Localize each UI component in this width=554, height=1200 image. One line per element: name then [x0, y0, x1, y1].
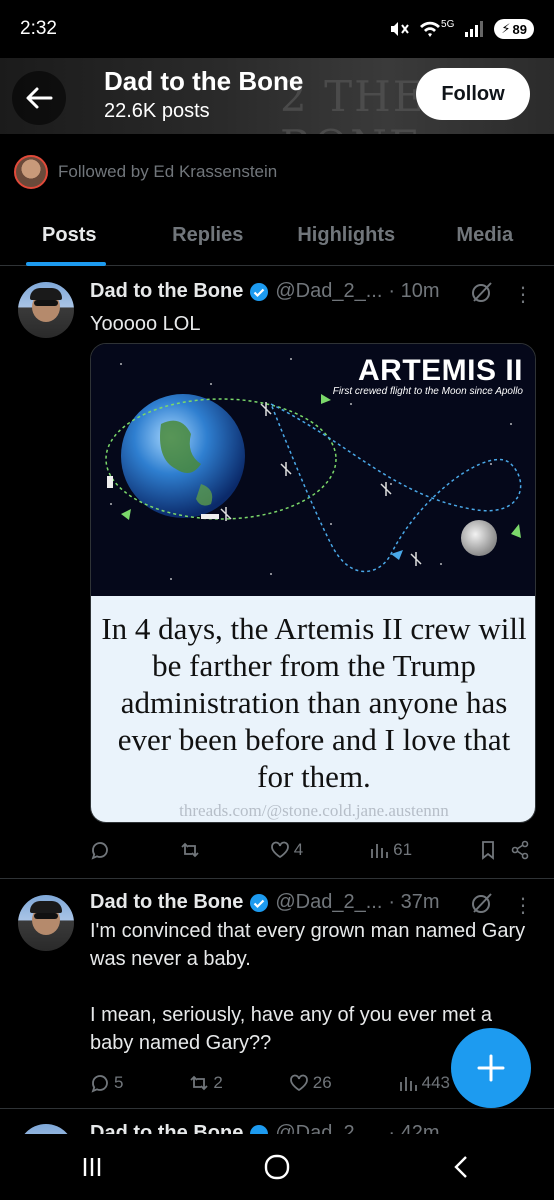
plus-icon	[477, 1054, 505, 1082]
reply-icon	[91, 842, 108, 860]
avatar[interactable]	[18, 1124, 74, 1134]
post-text: I'm convinced that every grown man named…	[90, 920, 526, 1054]
status-bar: 2:32 5G ⚡ 89	[0, 0, 554, 58]
bookmark-icon[interactable]	[478, 840, 498, 860]
post-divider	[0, 1108, 554, 1109]
meme-caption: In 4 days, the Artemis II crew will be f…	[101, 611, 527, 794]
header-title-block: Dad to the Bone 22.6K posts	[104, 64, 303, 124]
arrow-left-icon	[26, 87, 53, 109]
like-count: 4	[293, 840, 304, 859]
repost-button[interactable]	[180, 840, 204, 860]
recent-apps-icon[interactable]	[79, 1154, 105, 1180]
follower-avatar	[14, 155, 48, 189]
repost-count: 2	[213, 1073, 223, 1092]
heart-icon	[270, 841, 289, 859]
battery-level: 89	[512, 21, 527, 37]
post-time: · 37m	[388, 891, 440, 913]
views-button[interactable]: 443	[398, 1073, 450, 1093]
verified-badge-icon	[250, 893, 269, 912]
network-type: 5G	[441, 18, 455, 30]
author-name[interactable]: Dad to the Bone	[90, 1122, 243, 1134]
avatar[interactable]	[18, 282, 74, 338]
avatar[interactable]	[18, 895, 74, 951]
more-options-icon[interactable]: ⋮	[513, 282, 533, 307]
post-header: Dad to the Bone @Dad_2_... · 42m	[90, 1122, 440, 1134]
battery-icon: ⚡	[501, 21, 511, 36]
verified-badge-icon	[250, 282, 269, 301]
repost-icon	[181, 842, 199, 858]
followed-by-row[interactable]: Followed by Ed Krassenstein	[14, 155, 277, 189]
post-actions: 4 61	[90, 840, 530, 860]
post-text: Yooooo LOL	[90, 313, 201, 335]
battery-indicator: ⚡ 89	[494, 19, 534, 39]
profile-tabs: Posts Replies Highlights Media	[0, 206, 554, 266]
back-nav-icon[interactable]	[449, 1154, 475, 1180]
more-options-icon[interactable]: ⋮	[513, 893, 533, 918]
posts-count: 22.6K posts	[104, 100, 210, 122]
profile-name: Dad to the Bone	[104, 66, 304, 96]
views-chart-icon	[371, 844, 389, 858]
post-actions: 5 2 26 443	[90, 1073, 450, 1093]
meme-credit: threads.com/@stone.cold.jane.austennn	[179, 801, 449, 820]
followed-by-text: Followed by Ed Krassenstein	[58, 162, 278, 181]
status-time: 2:32	[20, 18, 57, 39]
verified-badge-icon	[250, 1124, 269, 1134]
follow-button[interactable]: Follow	[416, 68, 530, 120]
reply-icon	[91, 1075, 108, 1093]
post-media-image[interactable]: ARTEMIS II First crewed flight to the Mo…	[90, 343, 536, 823]
author-handle[interactable]: @Dad_2_...	[275, 280, 382, 303]
post-time: · 42m	[388, 1122, 440, 1134]
repost-button[interactable]: 2	[189, 1073, 223, 1093]
mute-vibrate-icon	[391, 22, 409, 36]
views-button[interactable]: 61	[369, 840, 412, 860]
tab-media[interactable]: Media	[416, 206, 554, 265]
post[interactable]: Dad to the Bone @Dad_2_... · 10m ⋮ Yoooo…	[0, 266, 554, 878]
author-handle[interactable]: @Dad_2_...	[275, 891, 382, 914]
system-nav-bar	[0, 1134, 554, 1200]
back-button[interactable]	[12, 71, 66, 125]
like-button[interactable]: 4	[270, 840, 303, 860]
author-name[interactable]: Dad to the Bone	[90, 280, 243, 303]
grok-icon[interactable]	[470, 891, 494, 915]
wifi-icon	[420, 21, 441, 37]
view-count: 443	[421, 1073, 450, 1092]
author-name[interactable]: Dad to the Bone	[90, 891, 243, 914]
repost-icon	[190, 1075, 209, 1091]
post-peek[interactable]: Dad to the Bone @Dad_2_... · 42m	[0, 1110, 554, 1134]
profile-header: 2 THE BONE Dad to the Bone 22.6K posts F…	[0, 58, 554, 134]
heart-icon	[289, 1074, 308, 1092]
share-icon[interactable]	[510, 840, 530, 860]
view-count: 61	[393, 840, 413, 859]
grok-icon[interactable]	[470, 280, 494, 304]
bookmark-share-group	[478, 840, 530, 860]
reply-button[interactable]: 5	[90, 1073, 123, 1093]
compose-post-button[interactable]	[451, 1028, 531, 1108]
reply-button[interactable]	[90, 840, 114, 860]
media-title: ARTEMIS II	[357, 354, 523, 387]
media-subtitle: First crewed flight to the Moon since Ap…	[332, 386, 523, 397]
tab-highlights[interactable]: Highlights	[277, 206, 416, 265]
artemis-graphic: ARTEMIS II First crewed flight to the Mo…	[91, 344, 535, 596]
post-time: · 10m	[388, 280, 440, 302]
views-chart-icon	[399, 1077, 417, 1091]
tab-replies[interactable]: Replies	[139, 206, 278, 265]
meme-caption-panel: In 4 days, the Artemis II crew will be f…	[91, 596, 535, 822]
status-icons: 5G ⚡ 89	[389, 19, 534, 39]
like-button[interactable]: 26	[289, 1073, 332, 1093]
like-count: 26	[312, 1073, 332, 1092]
tab-posts[interactable]: Posts	[0, 206, 139, 266]
author-handle[interactable]: @Dad_2_...	[275, 1122, 382, 1134]
signal-icon	[465, 21, 484, 37]
home-icon[interactable]	[263, 1153, 291, 1181]
reply-count: 5	[114, 1073, 124, 1092]
